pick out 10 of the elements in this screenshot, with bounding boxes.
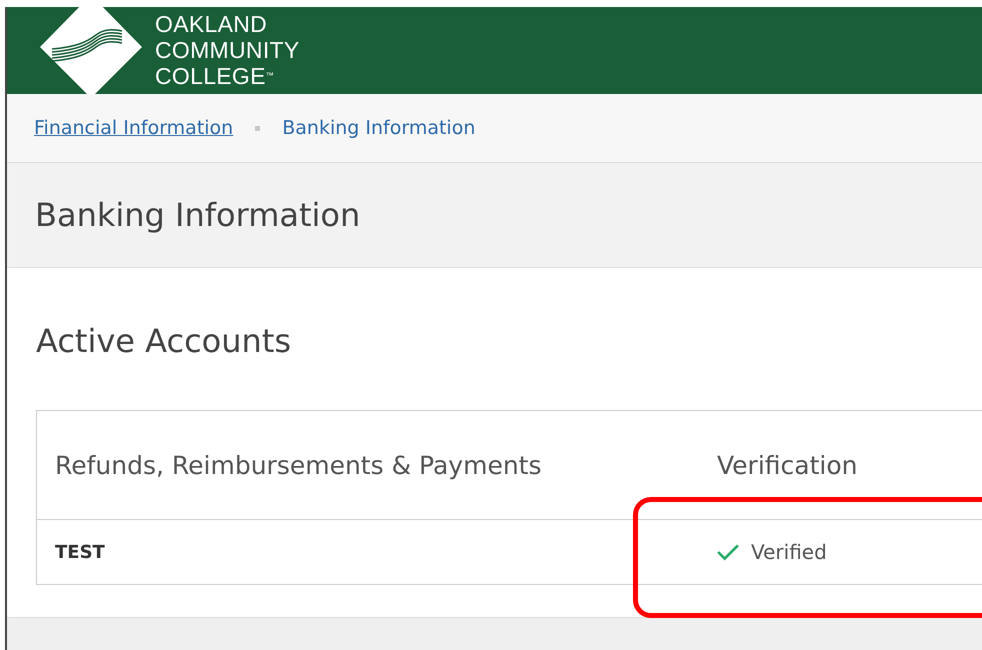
logo-wordmark: OAKLAND COMMUNITY COLLEGE$^{™}$ xyxy=(155,11,300,89)
breadcrumb-current: Banking Information xyxy=(282,117,476,139)
page-title: Banking Information xyxy=(35,196,360,234)
column-header: Verification xyxy=(699,410,982,520)
column-header: Refunds, Reimbursements & Payments xyxy=(36,410,699,520)
breadcrumb-separator-icon xyxy=(255,126,260,130)
table-cell: TEST xyxy=(36,520,699,584)
breadcrumb-link[interactable]: Financial Information xyxy=(34,117,234,139)
section-heading: Active Accounts xyxy=(36,321,292,358)
status-text: Verified xyxy=(751,540,827,564)
